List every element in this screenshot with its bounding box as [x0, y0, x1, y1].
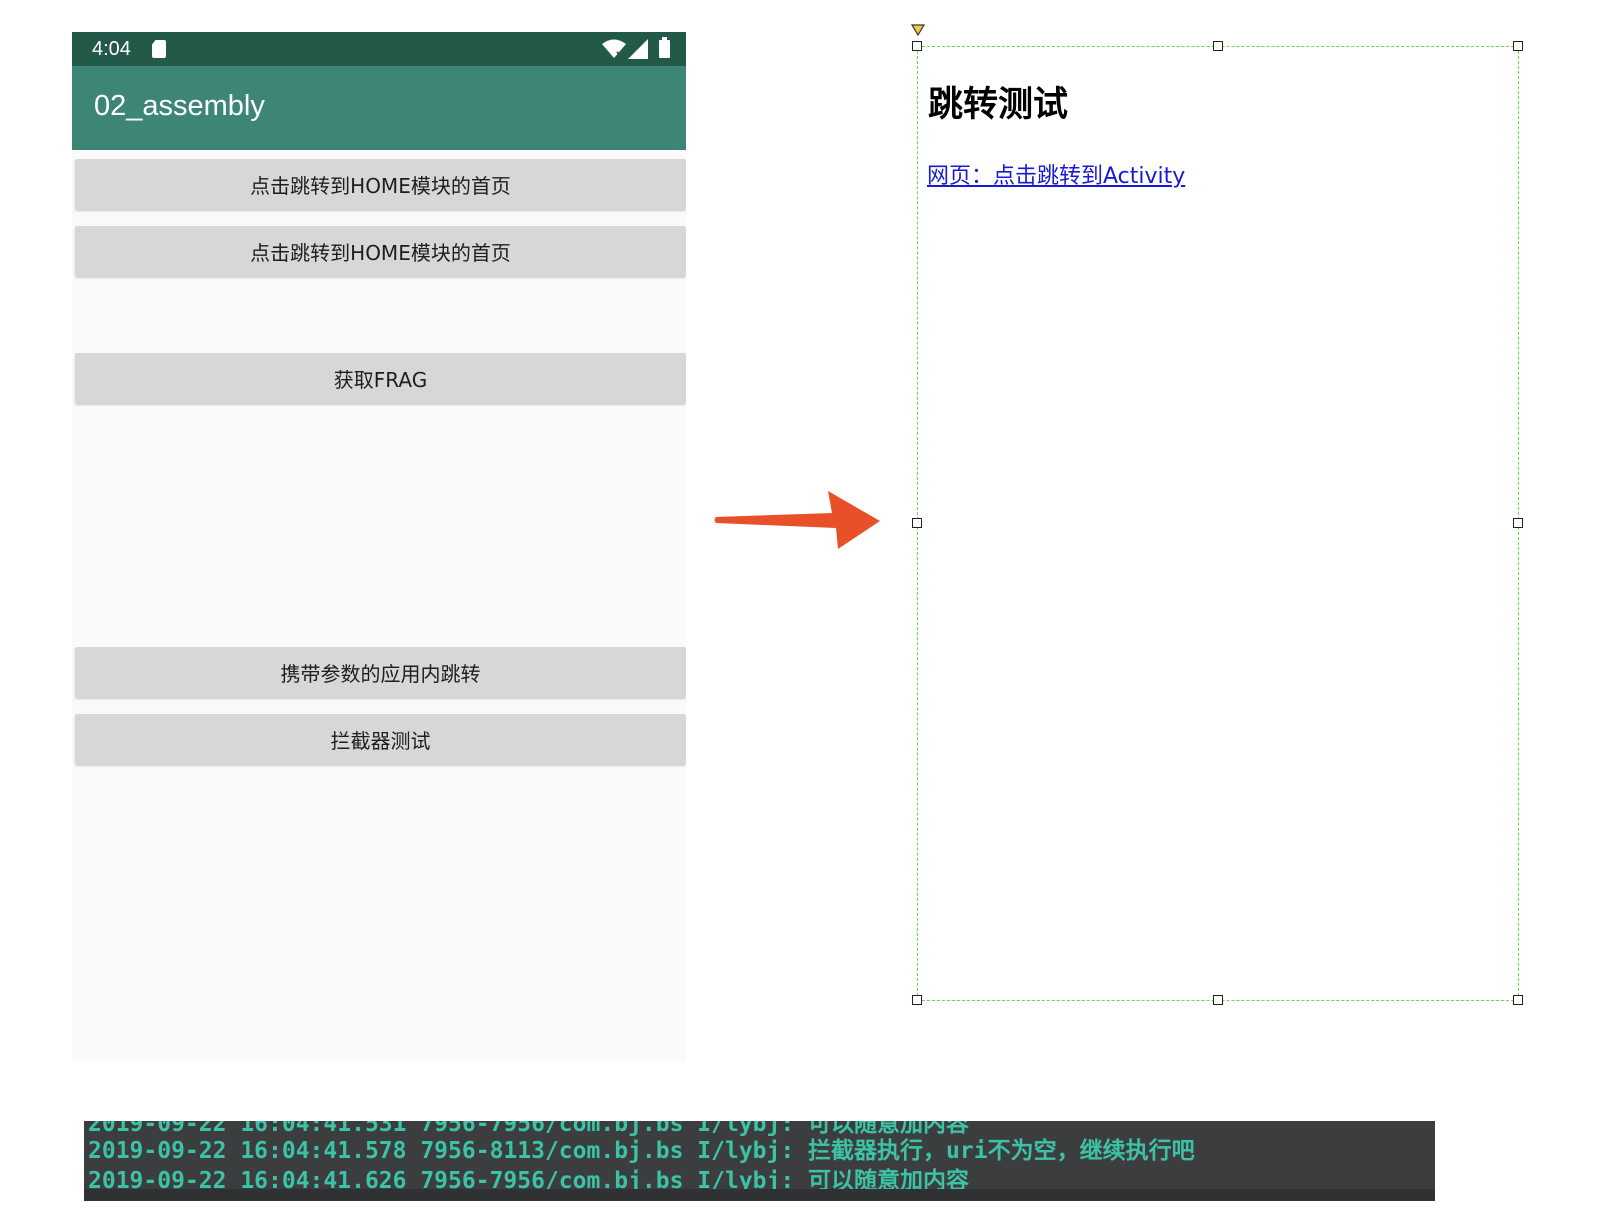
log-line: 2019-09-22 16:04:41.578 7956-8113/com.bj…	[88, 1138, 1195, 1164]
signal-icon	[628, 39, 648, 59]
home-module-button-2[interactable]: 点击跳转到HOME模块的首页	[75, 226, 686, 276]
activity-link[interactable]: 网页：点击跳转到Activity	[927, 158, 1185, 190]
resize-handle-top-center[interactable]	[1213, 41, 1223, 51]
right-arrow-icon	[714, 491, 880, 549]
resize-handle-bottom-right[interactable]	[1513, 995, 1523, 1005]
resize-handle-top-right[interactable]	[1513, 41, 1523, 51]
resize-handle-middle-left[interactable]	[912, 518, 922, 528]
app-bar: 02_assembly	[72, 66, 686, 150]
log-scrollbar[interactable]	[84, 1189, 1435, 1201]
battery-icon	[659, 37, 670, 58]
resize-handle-top-left[interactable]	[912, 41, 922, 51]
resize-handle-bottom-left[interactable]	[912, 995, 922, 1005]
interceptor-test-button[interactable]: 拦截器测试	[75, 714, 686, 764]
status-time: 4:04	[92, 38, 131, 60]
resize-handle-middle-right[interactable]	[1513, 518, 1523, 528]
status-bar: 4:04	[72, 32, 686, 66]
anchor-icon	[911, 24, 925, 36]
web-page-title: 跳转测试	[928, 85, 1069, 125]
get-frag-button[interactable]: 获取FRAG	[75, 353, 686, 403]
phone-screen: 4:04 02_assembly 点击跳转到HOME模块的首页 点击跳转到HOM…	[72, 32, 686, 1061]
resize-handle-bottom-center[interactable]	[1213, 995, 1223, 1005]
sd-card-icon	[152, 40, 166, 58]
app-title: 02_assembly	[94, 90, 265, 122]
param-jump-button[interactable]: 携带参数的应用内跳转	[75, 647, 686, 697]
log-panel: 2019-09-22 16:04:41.531 7956-7956/com.bj…	[84, 1121, 1435, 1201]
wifi-icon	[602, 39, 626, 58]
home-module-button-1[interactable]: 点击跳转到HOME模块的首页	[75, 159, 686, 209]
